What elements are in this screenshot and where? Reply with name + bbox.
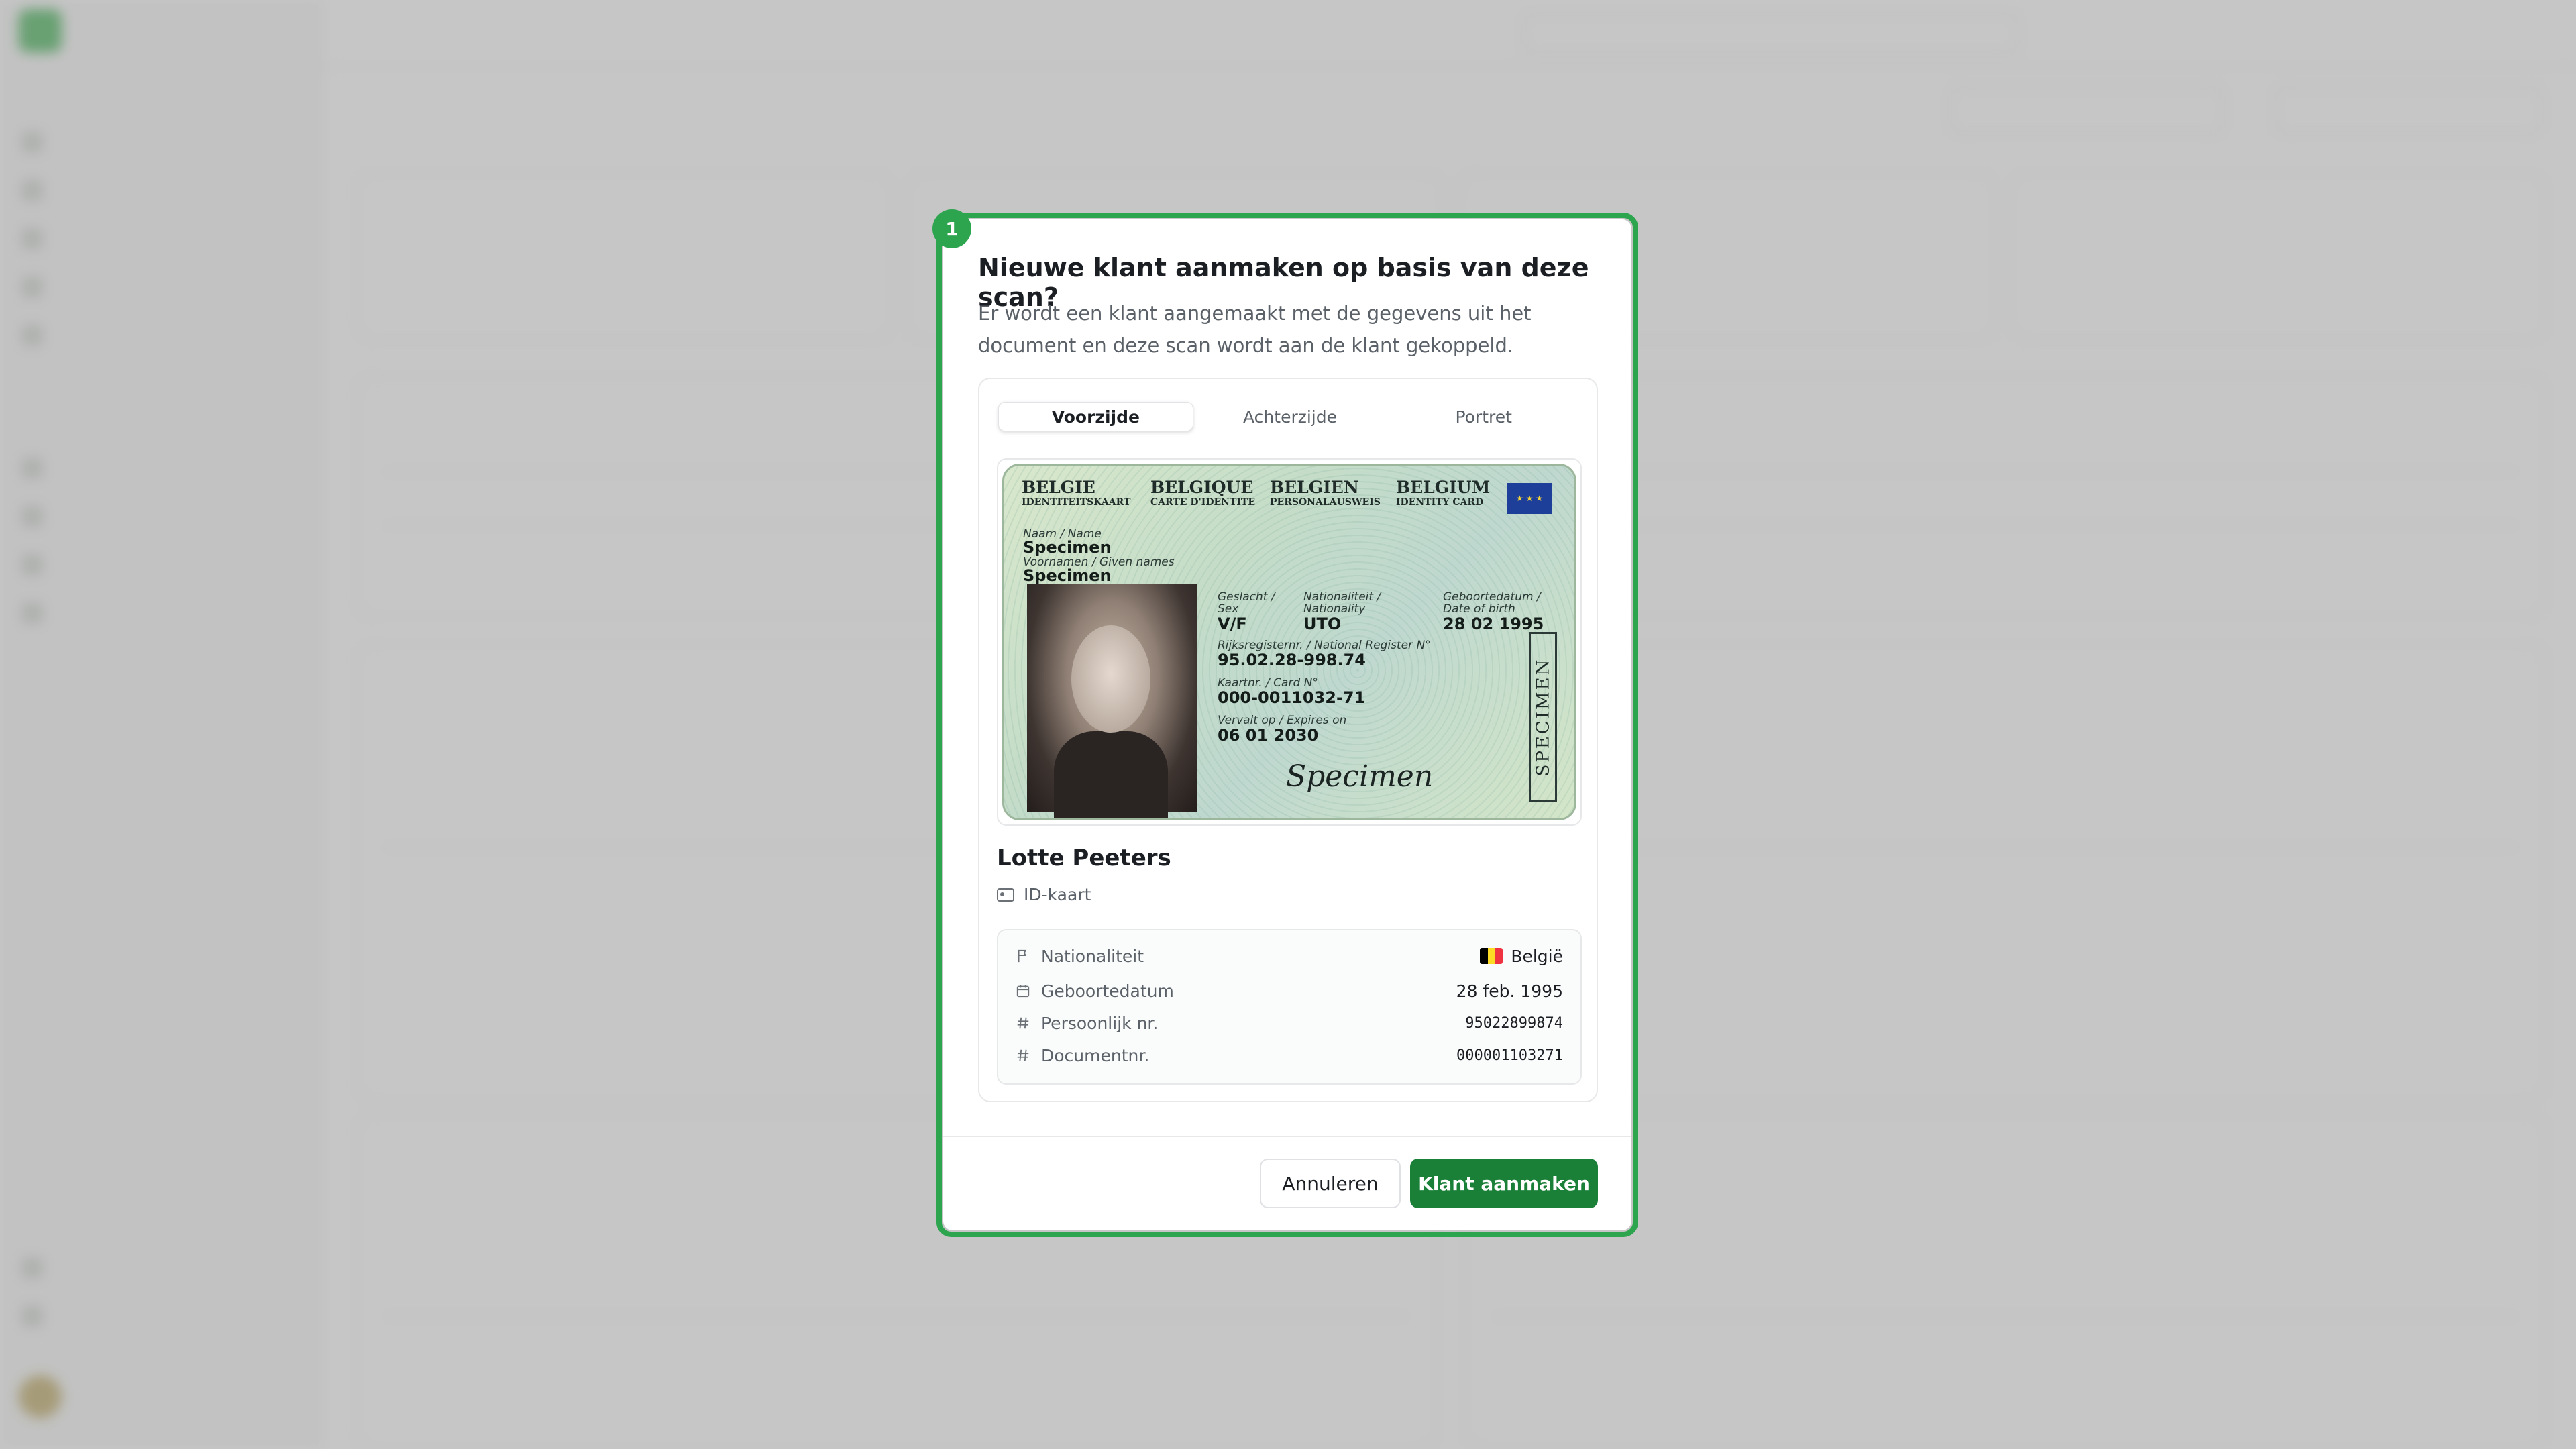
tab-portret[interactable]: Portret — [1387, 402, 1580, 431]
card-header-de: BELGIEN PERSONALAUSWEIS — [1270, 478, 1381, 508]
document-number-value: 000001103271 — [1456, 1046, 1563, 1064]
cancel-button[interactable]: Annuleren — [1260, 1159, 1401, 1208]
scan-preview-box: Voorzijde Achterzijde Portret BELGIE IDE… — [978, 378, 1598, 1102]
card-expiry-label: Vervalt op / Expires on — [1218, 714, 1347, 727]
nationality-value: België — [1511, 946, 1563, 966]
dialog-description: Er wordt een klant aangemaakt met de geg… — [978, 302, 1532, 357]
document-type-label: ID-kaart — [1024, 885, 1091, 904]
details-list: Nationaliteit België Geboortedatum 28 fe… — [997, 929, 1582, 1085]
card-header-nl: BELGIE IDENTITEITSKAART — [1022, 478, 1131, 508]
hash-icon — [1017, 1049, 1029, 1061]
portrait-photo — [1027, 584, 1197, 818]
card-dob-label: Geboortedatum / — [1443, 590, 1541, 604]
tab-achterzijde[interactable]: Achterzijde — [1193, 402, 1387, 431]
step-badge: 1 — [932, 209, 971, 248]
scan-tabs: Voorzijde Achterzijde Portret — [998, 402, 1580, 431]
card-given-value: Specimen — [1023, 566, 1112, 585]
eu-flag-icon: ★ ★ ★ — [1507, 483, 1552, 514]
calendar-icon — [1016, 985, 1030, 998]
create-customer-dialog: Nieuwe klant aanmaken op basis van deze … — [943, 219, 1631, 1230]
card-rrn-label: Rijksregisternr. / National Register N° — [1218, 639, 1431, 652]
birthdate-value: 28 feb. 1995 — [1456, 981, 1563, 1001]
card-dob-label-en: Date of birth — [1443, 602, 1515, 616]
card-sex-label: Geslacht / — [1218, 590, 1275, 604]
card-number-label: Kaartnr. / Card N° — [1218, 676, 1318, 690]
id-card-icon — [997, 888, 1014, 902]
hash-icon — [1017, 1017, 1029, 1029]
card-expiry-value: 06 01 2030 — [1218, 726, 1319, 745]
detail-row-personal-number: Persoonlijk nr. 95022899874 — [1016, 1010, 1563, 1036]
card-sex-value: V/F — [1218, 614, 1247, 633]
flag-icon — [1018, 949, 1027, 963]
card-dob-value: 28 02 1995 — [1443, 614, 1544, 633]
detail-row-nationality: Nationaliteit België — [1016, 943, 1563, 969]
card-nationality-label-en: Nationality — [1303, 602, 1366, 616]
card-header-fr: BELGIQUE CARTE D'IDENTITE — [1150, 478, 1255, 508]
document-type: ID-kaart — [997, 885, 1091, 904]
detail-row-document-number: Documentnr. 000001103271 — [1016, 1042, 1563, 1069]
personal-number-value: 95022899874 — [1465, 1014, 1563, 1032]
person-name: Lotte Peeters — [997, 845, 1171, 871]
card-name-value: Specimen — [1023, 538, 1112, 557]
detail-row-birthdate: Geboortedatum 28 feb. 1995 — [1016, 977, 1563, 1004]
card-signature: Specimen — [1286, 759, 1434, 794]
create-customer-button[interactable]: Klant aanmaken — [1410, 1159, 1598, 1208]
belgium-flag-icon — [1480, 948, 1503, 964]
dialog-footer-divider — [943, 1136, 1631, 1137]
id-card-scan: BELGIE IDENTITEITSKAART BELGIQUE CARTE D… — [997, 458, 1582, 826]
card-rrn-value: 95.02.28-998.74 — [1218, 651, 1366, 669]
card-number-value: 000-0011032-71 — [1218, 688, 1366, 707]
card-header-en: BELGIUM IDENTITY CARD — [1396, 478, 1491, 508]
tab-voorzijde[interactable]: Voorzijde — [998, 402, 1193, 431]
id-card-image: BELGIE IDENTITEITSKAART BELGIQUE CARTE D… — [1002, 464, 1576, 820]
specimen-stamp: SPECIMEN — [1529, 632, 1557, 802]
card-nationality-label: Nationaliteit / — [1303, 590, 1381, 604]
card-sex-label-en: Sex — [1218, 602, 1239, 616]
card-nationality-value: UTO — [1303, 614, 1342, 633]
